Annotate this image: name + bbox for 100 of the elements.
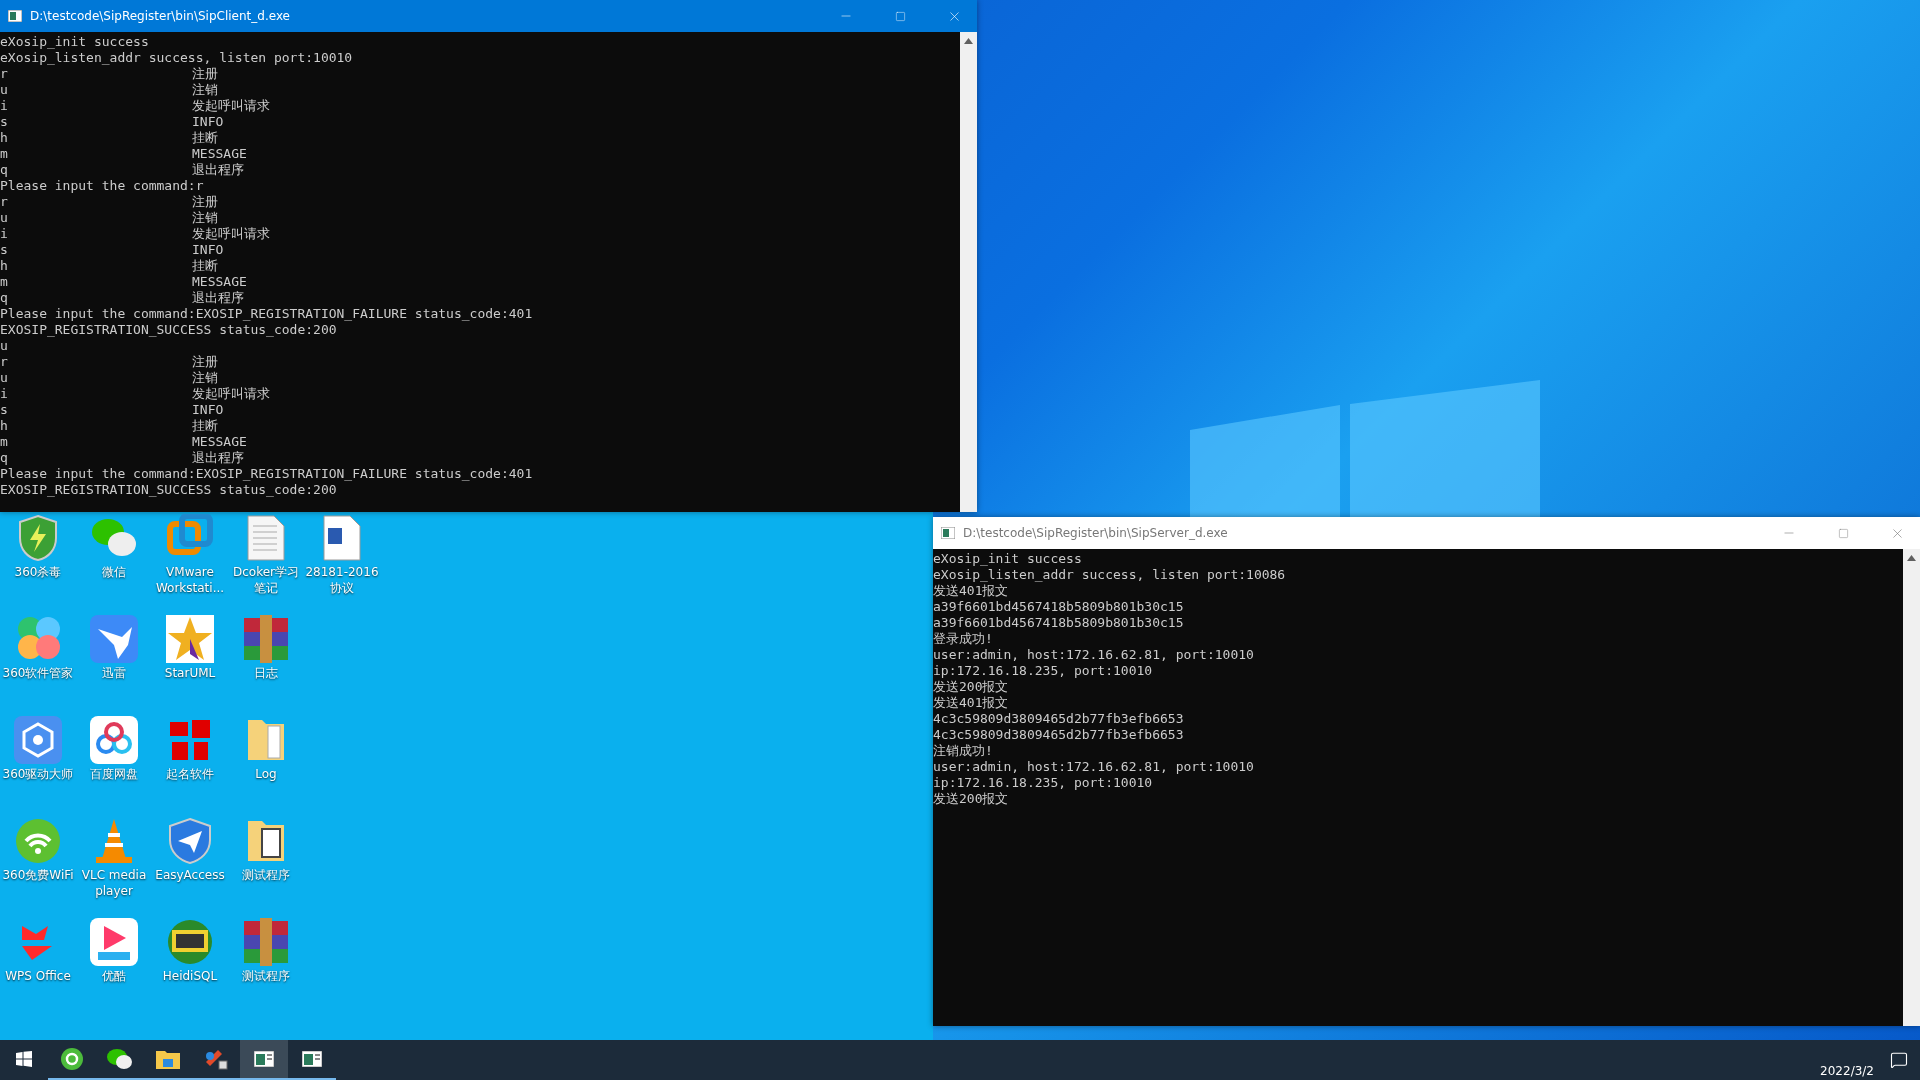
command-description: 挂断 [192,418,218,434]
bird-icon[interactable] [90,615,138,663]
console-line: 注销成功! [933,743,993,759]
maximize-icon [894,10,906,22]
command-key: s [0,114,192,130]
console-line: 发送200报文 [933,791,1009,807]
command-key: r [0,354,192,370]
word-document-icon[interactable] [322,514,362,562]
console-window-icon[interactable] [240,1040,288,1080]
command-description: INFO [192,114,224,130]
archive-books-icon[interactable] [242,918,290,966]
console-line: Please input the command:r [0,178,204,194]
hexagon-gear-icon[interactable] [14,716,62,764]
icon-label: 测试程序 [241,968,291,984]
command-key: m [0,274,192,290]
icon-label: 微信 [101,564,127,580]
icon-label: 360驱动大师 [1,766,75,782]
command-description: 注销 [192,370,218,386]
play-tile-icon[interactable] [90,918,138,966]
scrollbar[interactable] [960,32,977,512]
command-key: q [0,450,192,466]
star-icon[interactable] [166,615,214,663]
cloud-rings-icon[interactable] [90,716,138,764]
command-description: 注册 [192,66,218,82]
console-line: 4c3c59809d3809465d2b77fb3efb6653 [933,727,1184,743]
command-description: 挂断 [192,130,218,146]
console-line: eXosip_init success [0,34,149,50]
command-description: INFO [192,242,224,258]
console-line: 发送200报文 [933,679,1009,695]
command-description: 注册 [192,194,218,210]
command-description: 注销 [192,82,218,98]
command-key: i [0,386,192,402]
console-line: a39f6601bd4567418b5809b801b30c15 [933,599,1184,615]
console-line: Please input the command:EXOSIP_REGISTRATION_FAILURE status_code:401 [0,306,533,322]
command-description: 注销 [192,210,218,226]
console-line: 发送401报文 [933,695,1009,711]
icon-label: 优酷 [101,968,127,984]
console-line: 发送401报文 [933,583,1009,599]
paper-plane-shield-icon[interactable] [168,817,212,865]
console-line: EXOSIP_REGISTRATION_SUCCESS status_code:200 [0,322,337,338]
icon-label: 28181-2016协议 [304,564,380,596]
command-key: s [0,402,192,418]
command-description: MESSAGE [192,146,247,162]
clock-date: 2022/3/2 [1820,1064,1874,1078]
command-key: u [0,210,192,226]
command-description: 退出程序 [192,450,244,466]
notification-icon[interactable] [1890,1051,1908,1069]
console-line: u [0,338,8,354]
wifi-globe-icon[interactable] [14,817,62,865]
command-description: 发起呼叫请求 [192,386,270,402]
console-line: Please input the command:EXOSIP_REGISTRATION_FAILURE status_code:401 [0,466,533,482]
icon-label: HeidiSQL [161,968,219,984]
command-key: u [0,370,192,386]
icon-label: 迅雷 [101,665,127,681]
scroll-up-icon[interactable] [1907,555,1916,561]
command-key: m [0,146,192,162]
command-key: i [0,98,192,114]
icon-label: 起名软件 [165,766,215,782]
console-line: EXOSIP_REGISTRATION_SUCCESS status_code:200 [0,482,337,498]
command-description: MESSAGE [192,434,247,450]
icon-label: WPS Office [4,968,72,984]
icon-label: Dcoker学习笔记 [232,564,300,596]
console-window-icon [941,527,955,539]
scrollbar[interactable] [1903,549,1920,1026]
command-description: 发起呼叫请求 [192,226,270,242]
command-description: INFO [192,402,224,418]
icon-label: 360软件管家 [1,665,75,681]
command-key: s [0,242,192,258]
command-key: r [0,194,192,210]
console-line: user:admin, host:172.16.62.81, port:10010 [933,647,1254,663]
command-description: MESSAGE [192,274,247,290]
window-title: D:\testcode\SipRegister\bin\SipServer_d.exe [963,526,1229,540]
icon-label: 360免费WiFi [1,867,75,883]
icon-label: 测试程序 [241,867,291,883]
command-key: i [0,226,192,242]
command-description: 退出程序 [192,162,244,178]
archive-books-icon[interactable] [242,615,290,663]
icon-label: Log [254,766,278,782]
maximize-icon [1837,527,1849,539]
command-key: h [0,258,192,274]
icon-label: 360杀毒 [13,564,63,580]
console-line: eXosip_listen_addr success, listen port:10010 [0,50,353,66]
console-line: a39f6601bd4567418b5809b801b30c15 [933,615,1184,631]
command-description: 注册 [192,354,218,370]
command-key: q [0,290,192,306]
command-key: r [0,66,192,82]
icon-label: VMware Workstati... [154,564,226,596]
console-line: eXosip_init success [933,551,1082,567]
console-line: eXosip_listen_addr success, listen port:10086 [933,567,1286,583]
icon-label: 百度网盘 [89,766,139,782]
console-line: ip:172.16.18.235, port:10010 [933,775,1153,791]
command-key: u [0,82,192,98]
console-line: 4c3c59809d3809465d2b77fb3efb6653 [933,711,1184,727]
command-description: 发起呼叫请求 [192,98,270,114]
window-title: D:\testcode\SipRegister\bin\SipClient_d.exe [30,9,291,23]
command-description: 挂断 [192,258,218,274]
document-icon[interactable] [246,514,286,562]
icon-label: 日志 [253,665,279,681]
scroll-up-icon[interactable] [964,38,973,44]
command-key: q [0,162,192,178]
